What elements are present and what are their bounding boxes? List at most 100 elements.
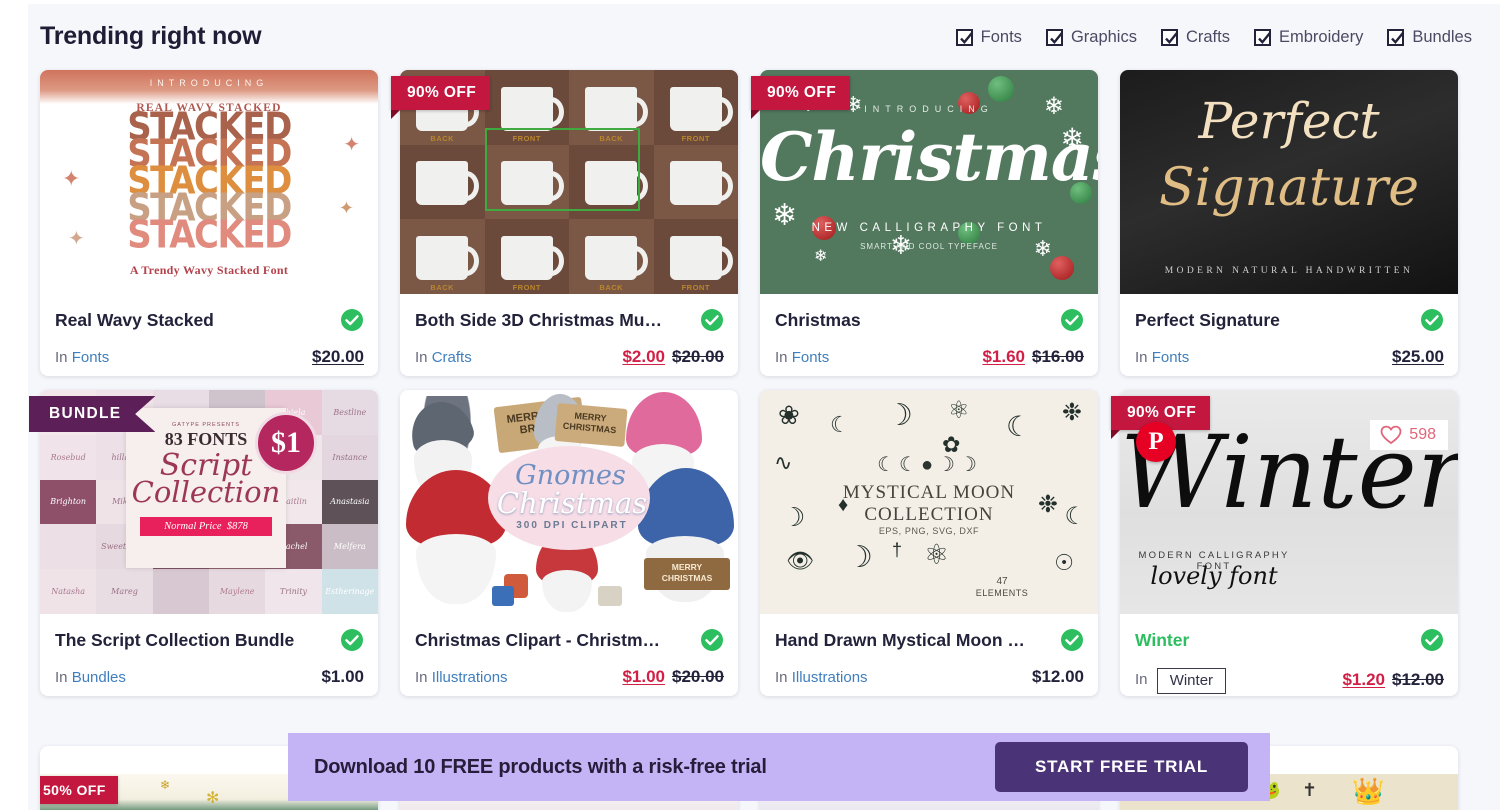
price-current[interactable]: $1.20: [1342, 670, 1385, 690]
product-price: $12.00: [1032, 667, 1084, 687]
product-thumbnail[interactable]: Perfect Signature MODERN NATURAL HANDWRI…: [1120, 70, 1458, 294]
checkbox-checked-icon[interactable]: [1253, 29, 1272, 46]
product-grid: INTRODUCING REAL WAVY STACKED STACKED ST…: [29, 70, 1488, 710]
product-category: In Winter: [1135, 667, 1227, 694]
checkbox-checked-icon[interactable]: [1160, 29, 1179, 46]
category-link[interactable]: Illustrations: [432, 669, 508, 686]
category-prefix: In: [775, 348, 788, 366]
product-category: In Fonts: [775, 349, 829, 366]
category-prefix: In: [55, 668, 68, 686]
favorites-badge[interactable]: 598: [1370, 420, 1448, 450]
favorites-count: 598: [1409, 426, 1436, 443]
product-title[interactable]: Christmas: [775, 310, 861, 331]
verified-check-icon: [700, 308, 724, 332]
art-elements-label: ELEMENTS: [975, 588, 1029, 598]
checkbox-checked-icon[interactable]: [1387, 29, 1405, 46]
product-title[interactable]: Winter: [1135, 630, 1189, 651]
discount-badge: 90% OFF: [391, 76, 491, 119]
price-current[interactable]: $20.00: [312, 347, 364, 367]
category-link[interactable]: Fonts: [72, 349, 110, 366]
free-trial-banner: Download 10 FREE products with a risk-fr…: [288, 733, 1270, 801]
discount-badge: 50% OFF: [40, 776, 118, 804]
art-sub-text: NEW CALLIGRAPHY FONT: [811, 222, 1047, 234]
art-intro-text: INTRODUCING: [149, 78, 269, 88]
price-current[interactable]: $25.00: [1392, 347, 1444, 367]
checkbox-checked-icon[interactable]: [955, 29, 973, 46]
product-card[interactable]: ❀ ☾ ☽ ⚛ ☾ ❉ ∿ ✿ ☽ ♦ ❉ ☾ 👁 ☽ † ⚛ ☉ ☾☾●☽☽ …: [760, 390, 1098, 696]
product-price: $20.00: [312, 347, 364, 367]
heart-icon: [1380, 425, 1402, 445]
product-card[interactable]: 90% OFF P 598 ❄ Winter MODERN CALLIGRAPH…: [1111, 390, 1458, 696]
product-info: The Script Collection Bundle In Bundles: [40, 614, 378, 696]
product-title[interactable]: Christmas Clipart - Christm…: [415, 630, 660, 651]
filter-fonts[interactable]: Fonts: [955, 28, 1022, 47]
artwork-mystical-moon-collection: ❀ ☾ ☽ ⚛ ☾ ❉ ∿ ✿ ☽ ♦ ❉ ☾ 👁 ☽ † ⚛ ☉ ☾☾●☽☽ …: [760, 390, 1098, 614]
art-normal-price: Normal Price $878: [140, 517, 272, 536]
price-current[interactable]: $1.00: [321, 667, 364, 687]
category-link[interactable]: Bundles: [72, 669, 126, 686]
verified-check-icon: [340, 628, 364, 652]
price-current[interactable]: $2.00: [622, 347, 665, 367]
filter-label-bundles: Bundles: [1412, 28, 1472, 46]
product-info: Winter In Winter $1.20 $12.00: [1120, 614, 1458, 696]
product-thumbnail[interactable]: ❀ ☾ ☽ ⚛ ☾ ❉ ∿ ✿ ☽ ♦ ❉ ☾ 👁 ☽ † ⚛ ☉ ☾☾●☽☽ …: [760, 390, 1098, 614]
product-row: BUNDLE Orquidea Anytime milagro shiela B…: [29, 390, 1488, 696]
artwork-perfect-signature: Perfect Signature MODERN NATURAL HANDWRI…: [1120, 70, 1458, 294]
filter-label-fonts: Fonts: [980, 28, 1022, 46]
price-current[interactable]: $1.00: [622, 667, 665, 687]
category-link[interactable]: Fonts: [792, 349, 830, 366]
product-price: $2.00 $20.00: [622, 347, 724, 367]
price-current[interactable]: $1.60: [982, 347, 1025, 367]
price-original: $12.00: [1392, 670, 1444, 689]
art-dollar-badge: $1: [255, 412, 317, 474]
product-category: In Illustrations: [775, 669, 868, 686]
product-thumbnail[interactable]: MERRY AND BRIGHT MERRY CHRISTMAS: [400, 390, 738, 614]
filter-crafts[interactable]: Crafts: [1160, 28, 1230, 47]
product-card[interactable]: INTRODUCING REAL WAVY STACKED STACKED ST…: [40, 70, 378, 376]
art-line2-text: Signature: [1158, 158, 1420, 218]
product-title[interactable]: Hand Drawn Mystical Moon …: [775, 630, 1025, 651]
verified-check-icon: [700, 628, 724, 652]
trending-section: Trending right now Fonts Graphics Crafts…: [28, 4, 1500, 810]
product-card[interactable]: Perfect Signature MODERN NATURAL HANDWRI…: [1120, 70, 1458, 376]
product-price: $1.20 $12.00: [1342, 670, 1444, 690]
price-current[interactable]: $12.00: [1032, 667, 1084, 687]
filter-graphics[interactable]: Graphics: [1045, 28, 1137, 47]
product-category: In Fonts: [55, 349, 109, 366]
filter-label-crafts: Crafts: [1185, 28, 1230, 46]
page-root: Trending right now Fonts Graphics Crafts…: [0, 0, 1500, 810]
product-card[interactable]: 90% OFF BACK FRONT BACK FRONT BACK FRONT…: [391, 70, 738, 376]
selection-box: [484, 128, 640, 212]
product-title[interactable]: The Script Collection Bundle: [55, 630, 294, 651]
price-original: $16.00: [1032, 347, 1084, 366]
product-title[interactable]: Perfect Signature: [1135, 310, 1280, 331]
art-elements-count: 47: [996, 576, 1008, 587]
filter-bundles[interactable]: Bundles: [1387, 28, 1472, 47]
art-line2-text: Christmas: [496, 486, 648, 520]
product-info: Christmas In Fonts $1.60 $16.00: [760, 294, 1098, 376]
verified-check-icon: [1060, 308, 1084, 332]
pinterest-save-icon[interactable]: P: [1136, 422, 1176, 462]
product-thumbnail[interactable]: INTRODUCING REAL WAVY STACKED STACKED ST…: [40, 70, 378, 294]
product-card[interactable]: 90% OFF ❄ ❄ ❄ ❄ ❄ ❄ ❄ ❄: [751, 70, 1098, 376]
start-free-trial-button[interactable]: START FREE TRIAL: [994, 742, 1248, 792]
product-card[interactable]: MERRY AND BRIGHT MERRY CHRISTMAS: [400, 390, 738, 696]
art-line1-text: MYSTICAL MOON: [842, 482, 1016, 503]
category-prefix: In: [775, 668, 788, 686]
category-tooltip[interactable]: Winter: [1156, 668, 1227, 694]
category-link[interactable]: Crafts: [432, 349, 472, 366]
category-link[interactable]: Illustrations: [792, 669, 868, 686]
product-card[interactable]: BUNDLE Orquidea Anytime milagro shiela B…: [29, 390, 378, 696]
product-title[interactable]: Both Side 3D Christmas Mu…: [415, 310, 662, 331]
filter-group: Fonts Graphics Crafts Embroidery Bundles: [955, 28, 1472, 47]
page-title: Trending right now: [40, 22, 262, 50]
category-link[interactable]: Fonts: [1152, 349, 1190, 366]
product-row: INTRODUCING REAL WAVY STACKED STACKED ST…: [40, 70, 1488, 376]
verified-check-icon: [1420, 628, 1444, 652]
art-line2-text: COLLECTION: [864, 504, 994, 525]
section-header: Trending right now Fonts Graphics Crafts…: [40, 22, 1488, 66]
product-title[interactable]: Real Wavy Stacked: [55, 310, 214, 331]
filter-embroidery[interactable]: Embroidery: [1253, 28, 1363, 47]
price-original: $20.00: [672, 347, 724, 366]
checkbox-checked-icon[interactable]: [1045, 29, 1064, 46]
